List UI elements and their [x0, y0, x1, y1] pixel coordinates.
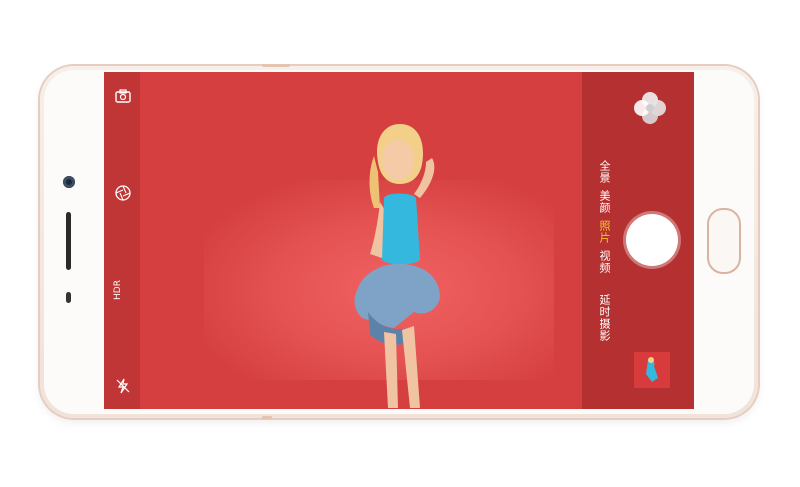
left-toolbar — [104, 72, 140, 409]
camera-viewfinder[interactable]: HDR 延时摄影 视频 照片 美颜 全景 — [104, 72, 694, 409]
mode-panorama[interactable]: 全景 — [598, 160, 611, 184]
earpiece — [66, 212, 71, 270]
volume-button — [262, 64, 290, 67]
front-camera-icon — [63, 176, 75, 188]
switch-camera-icon[interactable] — [114, 88, 132, 104]
bottom-speaker — [262, 416, 272, 419]
mode-timelapse-label: 延时摄影 — [598, 294, 611, 342]
aperture-icon[interactable] — [114, 184, 132, 202]
subject-photo — [354, 124, 440, 408]
mode-video-label: 视频 — [598, 250, 611, 274]
mode-timelapse[interactable]: 延时摄影 — [598, 294, 611, 342]
hdr-label: HDR — [113, 280, 123, 300]
flash-off-icon[interactable] — [114, 377, 132, 395]
shutter-button[interactable] — [626, 214, 678, 266]
mode-video[interactable]: 视频 — [598, 250, 611, 274]
home-button[interactable] — [707, 208, 741, 274]
thumbnail-image — [634, 352, 670, 388]
mode-beauty-label: 美颜 — [598, 190, 611, 214]
flower-filter-icon[interactable] — [630, 88, 670, 128]
mode-photo[interactable]: 照片 — [598, 220, 611, 244]
gallery-thumbnail[interactable] — [634, 352, 670, 388]
mode-photo-label: 照片 — [598, 220, 611, 244]
mode-panorama-label: 全景 — [598, 160, 611, 184]
hdr-icon[interactable]: HDR — [113, 277, 133, 303]
proximity-sensor — [66, 292, 71, 303]
mode-beauty[interactable]: 美颜 — [598, 190, 611, 214]
